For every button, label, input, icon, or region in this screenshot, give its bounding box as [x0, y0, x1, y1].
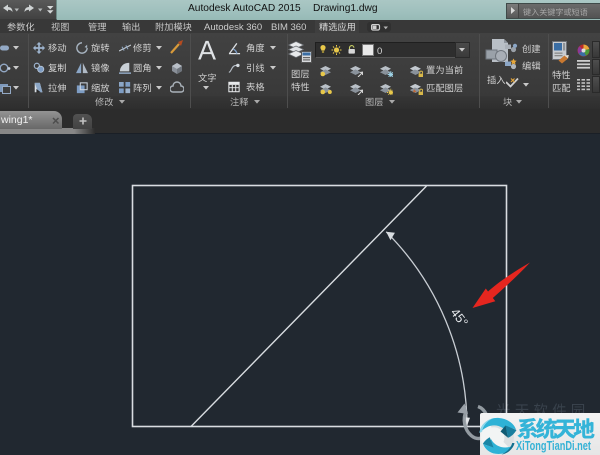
svg-text:XiTongTianDi.net: XiTongTianDi.net	[516, 439, 592, 453]
